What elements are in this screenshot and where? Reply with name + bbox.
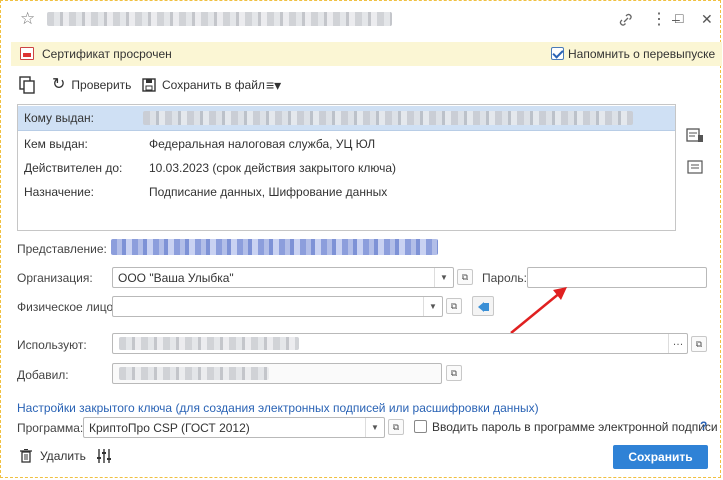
dropdown-arrow-icon[interactable]: ▼ bbox=[434, 268, 453, 287]
program-value: КриптоПро CSP (ГОСТ 2012) bbox=[89, 421, 250, 435]
open-organization-icon[interactable]: ⧉ bbox=[457, 269, 473, 285]
organization-label: Организация: bbox=[17, 271, 93, 285]
copy-button[interactable] bbox=[19, 72, 35, 98]
organization-value: ООО "Ваша Улыбка" bbox=[118, 271, 234, 285]
delete-button[interactable]: Удалить bbox=[20, 449, 86, 463]
added-by-label: Добавил: bbox=[17, 368, 69, 382]
check-button[interactable]: ↻ Проверить bbox=[52, 72, 131, 98]
copy-icon bbox=[19, 76, 35, 94]
save-button[interactable]: Сохранить bbox=[613, 445, 708, 469]
settings-sliders-icon[interactable] bbox=[96, 448, 112, 464]
info-value: Подписание данных, Шифрование данных bbox=[149, 185, 388, 199]
help-icon[interactable]: ? bbox=[700, 419, 707, 433]
issued-to-redacted bbox=[143, 111, 633, 125]
dropdown-arrow-icon[interactable]: ▼ bbox=[365, 418, 384, 437]
info-row-purpose: Назначение: Подписание данных, Шифровани… bbox=[18, 180, 675, 204]
enter-password-label: Вводить пароль в программе электронной п… bbox=[432, 420, 718, 434]
window-title-redacted bbox=[47, 12, 392, 26]
check-label: Проверить bbox=[71, 78, 132, 92]
link-icon[interactable] bbox=[619, 13, 633, 27]
hamburger-menu-icon: ≡▾ bbox=[266, 76, 282, 93]
certificate-warning-icon bbox=[20, 47, 34, 60]
favorite-star-icon[interactable]: ☆ bbox=[20, 9, 35, 29]
used-by-redacted bbox=[119, 337, 299, 350]
maximize-button[interactable]: □ bbox=[675, 10, 683, 26]
dropdown-arrow-icon[interactable]: ▼ bbox=[423, 297, 442, 316]
key-settings-link[interactable]: Настройки закрытого ключа (для создания … bbox=[17, 401, 539, 415]
expired-banner: Сертификат просрочен Напомнить о перевып… bbox=[11, 42, 722, 66]
pick-person-button[interactable] bbox=[472, 296, 494, 316]
open-program-icon[interactable]: ⧉ bbox=[388, 419, 404, 435]
open-added-by-icon[interactable]: ⧉ bbox=[446, 365, 462, 381]
info-key: Кем выдан: bbox=[24, 137, 88, 151]
info-row-issued-by: Кем выдан: Федеральная налоговая служба,… bbox=[18, 132, 675, 156]
certificate-info-panel: Кому выдан: Кем выдан: Федеральная налог… bbox=[17, 104, 676, 231]
select-dots-icon[interactable]: … bbox=[668, 334, 687, 353]
certificate-details-icon[interactable] bbox=[686, 128, 704, 144]
save-to-file-button[interactable]: Сохранить в файл bbox=[142, 72, 265, 98]
refresh-icon: ↻ bbox=[52, 76, 66, 93]
red-arrow-annotation bbox=[510, 287, 567, 334]
program-field[interactable]: КриптоПро CSP (ГОСТ 2012) ▼ bbox=[83, 417, 385, 438]
more-icon[interactable]: ⋮ bbox=[651, 9, 667, 29]
info-key: Действителен до: bbox=[24, 161, 123, 175]
open-person-icon[interactable]: ⧉ bbox=[446, 298, 462, 314]
info-key: Назначение: bbox=[24, 185, 95, 199]
open-used-by-icon[interactable]: ⧉ bbox=[691, 336, 707, 352]
banner-text: Сертификат просрочен bbox=[42, 47, 172, 61]
info-key: Кому выдан: bbox=[24, 111, 95, 125]
info-row-valid-until: Действителен до: 10.03.2023 (срок действ… bbox=[18, 156, 675, 180]
organization-field[interactable]: ООО "Ваша Улыбка" ▼ bbox=[112, 267, 454, 288]
info-value: 10.03.2023 (срок действия закрытого ключ… bbox=[149, 161, 397, 175]
more-menu-button[interactable]: ≡▾ bbox=[266, 72, 281, 98]
added-by-redacted bbox=[119, 367, 269, 380]
delete-label: Удалить bbox=[40, 449, 86, 463]
remind-label: Напомнить о перевыпуске bbox=[568, 47, 716, 61]
person-label: Физическое лицо: bbox=[17, 300, 117, 314]
toolbar: ↻ Проверить Сохранить в файл ≡▾ bbox=[11, 72, 711, 98]
added-by-field bbox=[112, 363, 442, 384]
info-value: Федеральная налоговая служба, УЦ ЮЛ bbox=[149, 137, 376, 151]
info-row-issued-to[interactable]: Кому выдан: bbox=[18, 106, 675, 131]
comment-icon[interactable] bbox=[687, 160, 703, 174]
close-button[interactable]: ✕ bbox=[701, 11, 713, 28]
program-label: Программа: bbox=[17, 421, 84, 435]
person-field[interactable]: ▼ bbox=[112, 296, 443, 317]
presentation-label: Представление: bbox=[17, 242, 107, 256]
presentation-value-redacted bbox=[111, 239, 438, 255]
trash-icon bbox=[20, 449, 32, 463]
title-bar: ☆ ⋮ – □ ✕ bbox=[0, 0, 721, 38]
enter-password-checkbox[interactable] bbox=[414, 420, 427, 433]
used-by-label: Используют: bbox=[17, 338, 87, 352]
remind-checkbox[interactable] bbox=[551, 47, 564, 60]
save-to-file-label: Сохранить в файл bbox=[162, 78, 265, 92]
save-disk-icon bbox=[142, 78, 156, 92]
used-by-field[interactable]: … bbox=[112, 333, 688, 354]
